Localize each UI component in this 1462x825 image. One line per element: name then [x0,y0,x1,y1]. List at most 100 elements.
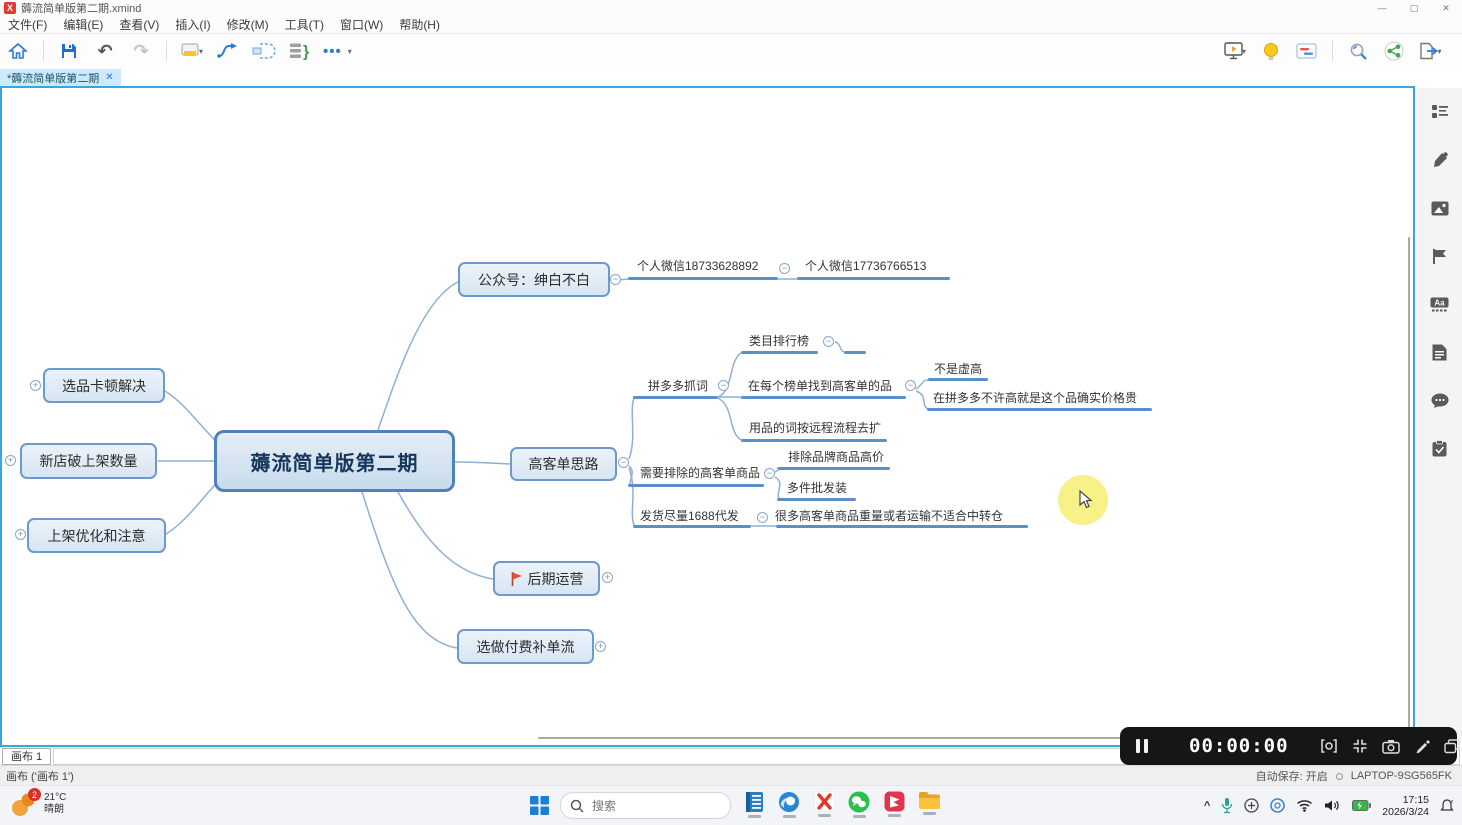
topic-label: 公众号：绅白不白 [478,270,590,290]
subtopic-weixin2[interactable]: 个人微信17736766513 [805,259,926,273]
flag-icon [510,571,523,587]
device-name: LAPTOP-9SG565FK [1351,770,1452,782]
collapse-button-pinduoduo[interactable] [718,380,729,391]
wifi-icon[interactable] [1296,799,1313,812]
collapse-button-fahuo[interactable] [757,512,768,523]
region-select-button[interactable] [1320,738,1338,754]
subtopic-queshi[interactable]: 在拼多多不许高就是这个品确实价格贵 [933,391,1137,405]
mouse-cursor [1076,490,1094,515]
sheet-tab-canvas1[interactable]: 画布 1 [2,748,51,765]
topic-gongzhonghao[interactable]: 公众号：绅白不白 [458,262,610,297]
subtopic-duojian[interactable]: 多件批发装 [787,481,847,495]
taskbar-app-xmind[interactable] [812,791,836,821]
outline-format-icon [1431,104,1449,120]
status-bar: 画布 ('画布 1') 自动保存: 开启 LAPTOP-9SG565FK [0,765,1462,786]
subtopic-pinduoduo[interactable]: 拼多多抓词 [648,379,708,393]
window-mode-button[interactable] [1444,739,1460,754]
label-panel-button[interactable]: Aa [1430,294,1450,314]
vertical-scrollbar[interactable] [1408,237,1410,730]
folder-icon [918,791,941,810]
subtopic-yunshu[interactable]: 很多高客单商品重量或者运输不适合中转仓 [775,509,1003,523]
collapse-button-bangdan[interactable] [905,380,916,391]
collapse-button-leimu[interactable] [823,336,834,347]
pen-icon [1414,738,1430,754]
task-clipboard-icon [1432,440,1447,457]
subtopic-buxu[interactable]: 不是虚高 [934,362,982,376]
windows-logo-icon [530,796,549,815]
subtopic-paichu[interactable]: 需要排除的高客单商品 [640,466,760,480]
ime-icon[interactable] [1244,798,1259,813]
topic-line-collapsed [844,351,866,354]
collapse-button-gongzhonghao[interactable] [610,274,621,285]
marker-flag-icon [1432,248,1448,265]
subtopic-yongpin[interactable]: 用品的词按远程流程去扩 [749,421,881,435]
svg-text:Aa: Aa [1434,298,1445,307]
topic-xindian[interactable]: 新店破上架数量 [20,443,157,479]
topic-label: 新店破上架数量 [40,451,138,471]
topic-line [741,351,818,354]
subtopic-bangdan[interactable]: 在每个榜单找到高客单的品 [748,379,892,393]
label-aa-icon: Aa [1430,297,1449,312]
subtopic-pinpai[interactable]: 排除品牌商品高价 [788,450,884,464]
notification-bell-icon[interactable]: z [1440,798,1454,813]
notebook-app-icon [744,791,765,813]
collapse-button-paichu[interactable] [764,468,775,479]
marker-panel-button[interactable] [1430,246,1450,266]
sync-status-icon [1336,773,1343,780]
topic-gaokedan[interactable]: 高客单思路 [510,447,617,481]
taskbar-app-media[interactable] [882,791,906,821]
pause-button[interactable] [1136,739,1148,753]
subtopic-fahuo[interactable]: 发货尽量1688代发 [640,509,739,523]
subtopic-leimu[interactable]: 类目排行榜 [749,334,809,348]
notes-icon [1432,344,1447,361]
notes-panel-button[interactable] [1430,342,1450,362]
speaker-icon[interactable] [1324,799,1341,812]
image-icon [1431,201,1449,216]
battery-icon [1352,800,1371,811]
taskbar-app-wechat[interactable] [847,791,871,821]
camera-icon [1382,739,1400,754]
topic-shangjia[interactable]: 上架优化和注意 [27,518,166,553]
svg-text:z: z [1451,799,1454,805]
shrink-button[interactable] [1352,738,1368,754]
topic-houqi[interactable]: 后期运营 [493,561,600,596]
taskbar-app-browser[interactable] [777,791,801,821]
collapse-button-gaokedan[interactable] [618,457,629,468]
paintbrush-icon [1431,151,1449,169]
taskbar-search[interactable] [560,792,731,819]
central-topic-label: 薅流简单版第二期 [251,447,419,476]
weather-temp: 21°C [44,792,66,804]
comments-panel-button[interactable] [1430,390,1450,410]
microphone-icon[interactable] [1221,797,1233,814]
expand-button-houqi[interactable] [602,572,613,583]
expand-button-shangjia[interactable] [15,529,26,540]
search-input[interactable] [590,798,704,814]
weather-widget[interactable]: 2 21°C 晴朗 [10,790,66,818]
central-topic[interactable]: 薅流简单版第二期 [214,430,455,492]
start-button[interactable] [530,796,549,815]
format-panel-button[interactable] [1430,102,1450,122]
subtopic-weixin1[interactable]: 个人微信18733628892 [637,259,758,273]
expand-button-xindian[interactable] [5,455,16,466]
screenshot-button[interactable] [1382,739,1400,754]
tray-expand-chevron[interactable]: ^ [1204,800,1210,812]
image-panel-button[interactable] [1430,198,1450,218]
media-app-icon [884,791,905,812]
taskbar-app-notes[interactable] [742,791,766,821]
browser-app-icon [778,791,800,813]
autosave-status: 自动保存: 开启 [1256,768,1328,784]
windows-taskbar: 2 21°C 晴朗 [0,785,1462,825]
sheet-tab-label: 画布 1 [11,748,42,764]
draw-button[interactable] [1414,738,1430,754]
taskbar-clock[interactable]: 17:15 2026/3/24 [1382,794,1429,818]
taskbar-app-explorer[interactable] [917,791,941,821]
expand-button-xuanzuo[interactable] [595,641,606,652]
tray-app-icon[interactable] [1270,798,1285,813]
collapse-button-weixin1[interactable] [779,263,790,274]
topic-xuanpin[interactable]: 选品卡顿解决 [43,368,165,403]
topic-line [927,408,1152,411]
expand-button-xuanpin[interactable] [30,380,41,391]
tasks-panel-button[interactable] [1430,438,1450,458]
style-panel-button[interactable] [1430,150,1450,170]
topic-xuanzuo[interactable]: 选做付费补单流 [457,629,594,664]
